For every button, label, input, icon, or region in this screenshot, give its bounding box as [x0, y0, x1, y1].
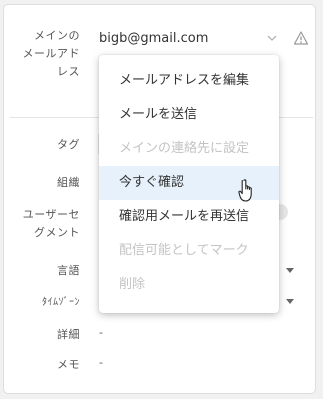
menu-item-send-email[interactable]: メールを送信	[99, 98, 279, 132]
menu-item-mark-deliverable: 配信可能としてマーク	[119, 243, 249, 258]
language-label: 言語	[57, 264, 80, 277]
menu-item-resend-verification[interactable]: 確認用メールを再送信	[99, 200, 279, 234]
timezone-dropdown-caret[interactable]	[286, 299, 294, 304]
tag-label: タグ	[57, 138, 80, 151]
main-email-label: メインの メールアド レス	[22, 29, 80, 78]
segment-label: ユーザーセ グメント	[22, 208, 80, 239]
warning-icon	[294, 31, 308, 45]
menu-item-set-primary: メインの連絡先に設定	[119, 141, 250, 156]
email-value[interactable]: bigb@gmail.com	[99, 31, 208, 46]
menu-item-edit-email[interactable]: メールアドレスを編集	[99, 64, 279, 98]
language-dropdown-caret[interactable]	[286, 268, 294, 273]
menu-item-delete: 削除	[119, 277, 146, 292]
memo-value: -	[99, 356, 103, 369]
detail-label: 詳細	[57, 328, 80, 341]
timezone-label: ﾀｲﾑｿﾞｰﾝ	[42, 297, 80, 308]
hand-pointer-icon	[238, 179, 252, 202]
detail-value: -	[99, 326, 103, 339]
memo-label: メモ	[57, 358, 80, 371]
chevron-down-icon[interactable]	[266, 32, 278, 44]
org-label: 組織	[57, 176, 80, 189]
